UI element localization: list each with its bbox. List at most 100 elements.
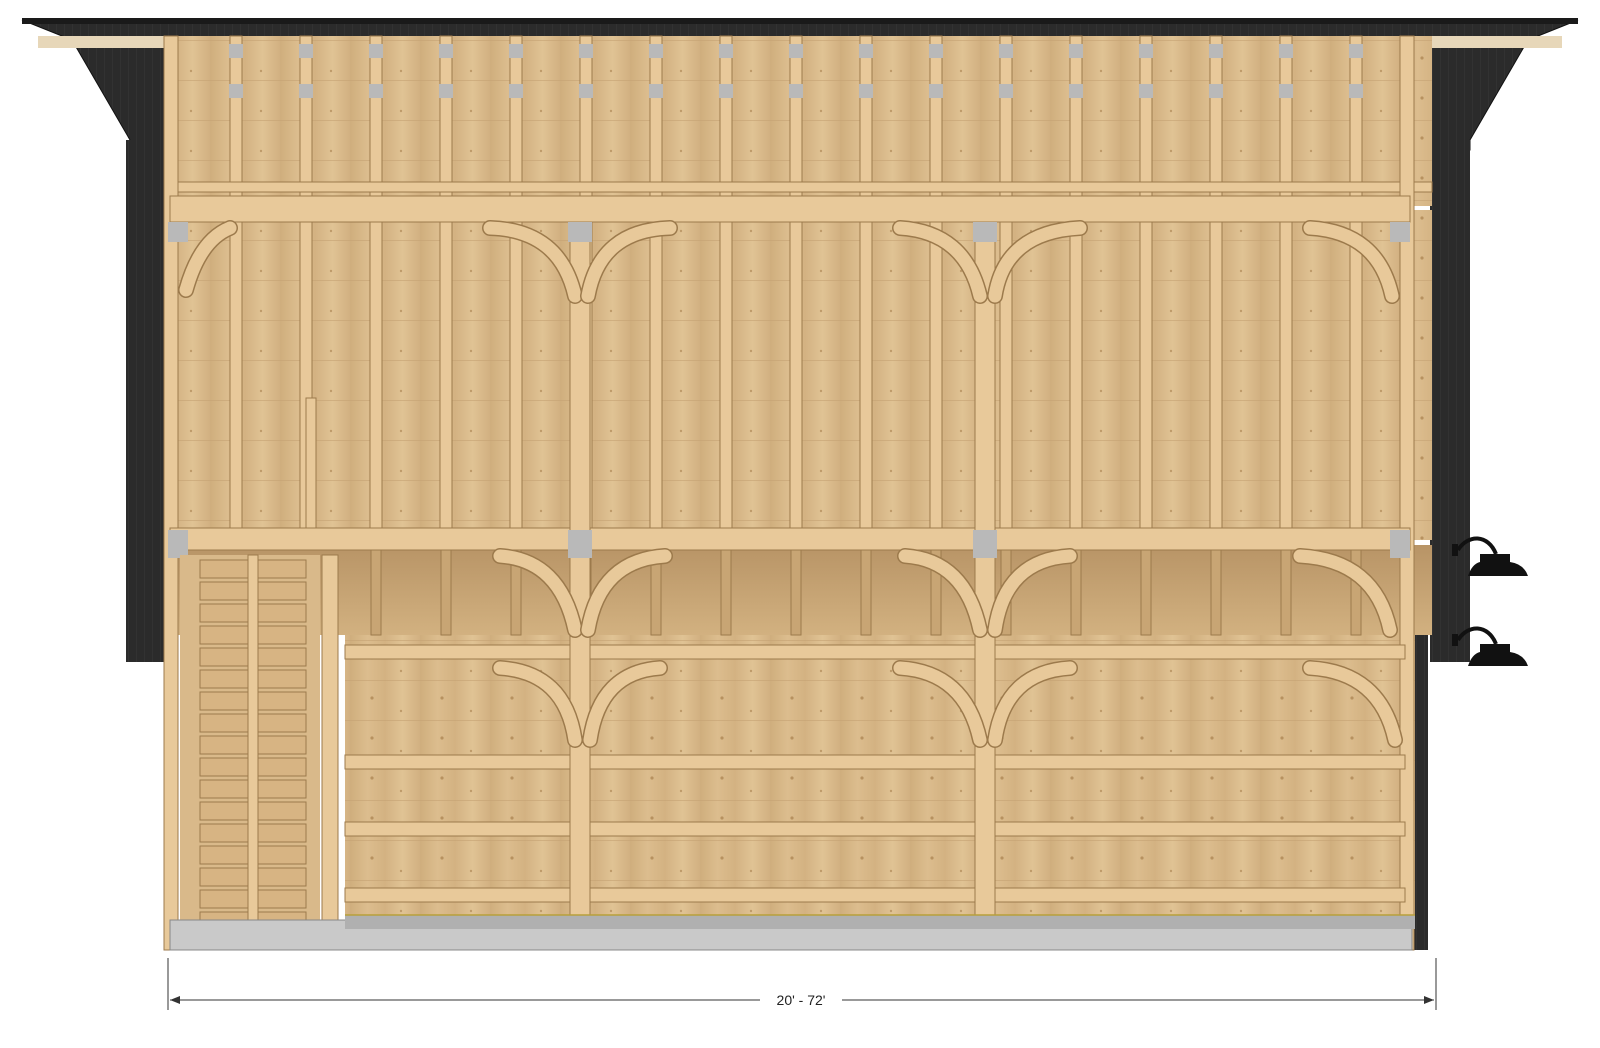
attic-stud: [999, 35, 1013, 197]
steel-clip: [859, 84, 873, 98]
wall-stud: [1139, 221, 1153, 529]
steel-clip: [579, 84, 593, 98]
joist: [860, 549, 872, 636]
attic-stud: [1069, 35, 1083, 197]
steel-clip: [929, 84, 943, 98]
stair-tread: [199, 647, 249, 667]
steel-clip: [649, 44, 663, 58]
stair-tread: [199, 889, 249, 909]
corner-post: [163, 35, 179, 951]
door-post: [321, 554, 339, 929]
steel-clip: [649, 84, 663, 98]
top-plate: [169, 195, 1411, 223]
dimension-label: 20' - 72': [777, 992, 826, 1008]
stair-tread: [257, 779, 307, 799]
wall-stud: [789, 221, 803, 529]
joist: [440, 549, 452, 636]
attic-stud: [509, 35, 523, 197]
attic-stud: [1139, 35, 1153, 197]
attic-stud: [1349, 35, 1363, 197]
wall-stud: [1279, 221, 1293, 529]
stair-tread: [257, 823, 307, 843]
stair-tread: [199, 801, 249, 821]
attic-stud: [649, 35, 663, 197]
corner-post: [1399, 35, 1415, 951]
wall-stud: [1069, 221, 1083, 529]
steel-clip: [439, 84, 453, 98]
attic-stud: [439, 35, 453, 197]
steel-clip: [299, 84, 313, 98]
dimension-line: 20' - 72': [167, 958, 1437, 1010]
stair-tread: [199, 603, 249, 623]
post-bracket: [973, 222, 997, 242]
wall-stud: [509, 221, 523, 529]
post-bracket: [973, 530, 997, 558]
joist: [1210, 549, 1222, 636]
stair-tread: [257, 867, 307, 887]
wall-girt: [344, 821, 1406, 837]
joist: [370, 549, 382, 636]
stair-tread: [199, 779, 249, 799]
stair-tread: [257, 581, 307, 601]
joist: [1280, 549, 1292, 636]
stair-tread: [199, 823, 249, 843]
stair-tread: [257, 757, 307, 777]
steel-clip: [719, 44, 733, 58]
stair-tread: [257, 603, 307, 623]
steel-clip: [439, 44, 453, 58]
joist: [1140, 549, 1152, 636]
stair-tread: [257, 889, 307, 909]
stair-tread: [257, 625, 307, 645]
wall-girt: [344, 754, 1406, 770]
stair-tread: [199, 669, 249, 689]
wall-stud: [439, 221, 453, 529]
post-bracket: [1390, 222, 1410, 242]
main-post: [569, 221, 591, 929]
post-bracket: [168, 530, 188, 558]
stair-tread: [257, 691, 307, 711]
steel-clip: [999, 84, 1013, 98]
stair-tread: [199, 735, 249, 755]
wall-stud: [929, 221, 943, 529]
stair-stringer: [247, 554, 259, 926]
steel-clip: [369, 84, 383, 98]
short-post: [305, 397, 317, 529]
wall-girt: [344, 644, 1406, 660]
steel-clip: [1349, 44, 1363, 58]
steel-clip: [1069, 44, 1083, 58]
steel-clip: [1279, 84, 1293, 98]
wall-stud: [649, 221, 663, 529]
stair-tread: [199, 691, 249, 711]
timber-frame-elevation-drawing: 20' - 72': [21, 18, 1579, 1010]
stair-tread: [199, 757, 249, 777]
stair-tread: [257, 559, 307, 579]
post-bracket: [568, 530, 592, 558]
steel-clip: [299, 44, 313, 58]
steel-clip: [1139, 44, 1153, 58]
stair-treads: [180, 554, 320, 931]
steel-clip: [789, 84, 803, 98]
attic-stud: [1279, 35, 1293, 197]
stair-tread: [199, 713, 249, 733]
wall-stud: [719, 221, 733, 529]
steel-clip: [509, 44, 523, 58]
stair-tread: [257, 669, 307, 689]
wall-stud: [859, 221, 873, 529]
wall-stud: [1349, 221, 1363, 529]
attic-stud: [859, 35, 873, 197]
steel-clip: [999, 44, 1013, 58]
steel-clip: [1139, 84, 1153, 98]
attic-stud: [789, 35, 803, 197]
stair-tread: [257, 647, 307, 667]
stair-tread: [257, 713, 307, 733]
main-post: [974, 221, 996, 929]
attic-stud: [719, 35, 733, 197]
stair-tread: [199, 559, 249, 579]
attic-stud: [1209, 35, 1223, 197]
steel-clip: [719, 84, 733, 98]
stair-tread: [257, 801, 307, 821]
wall-stud: [229, 221, 243, 529]
steel-clip: [229, 84, 243, 98]
steel-clip: [1209, 84, 1223, 98]
steel-clip: [369, 44, 383, 58]
